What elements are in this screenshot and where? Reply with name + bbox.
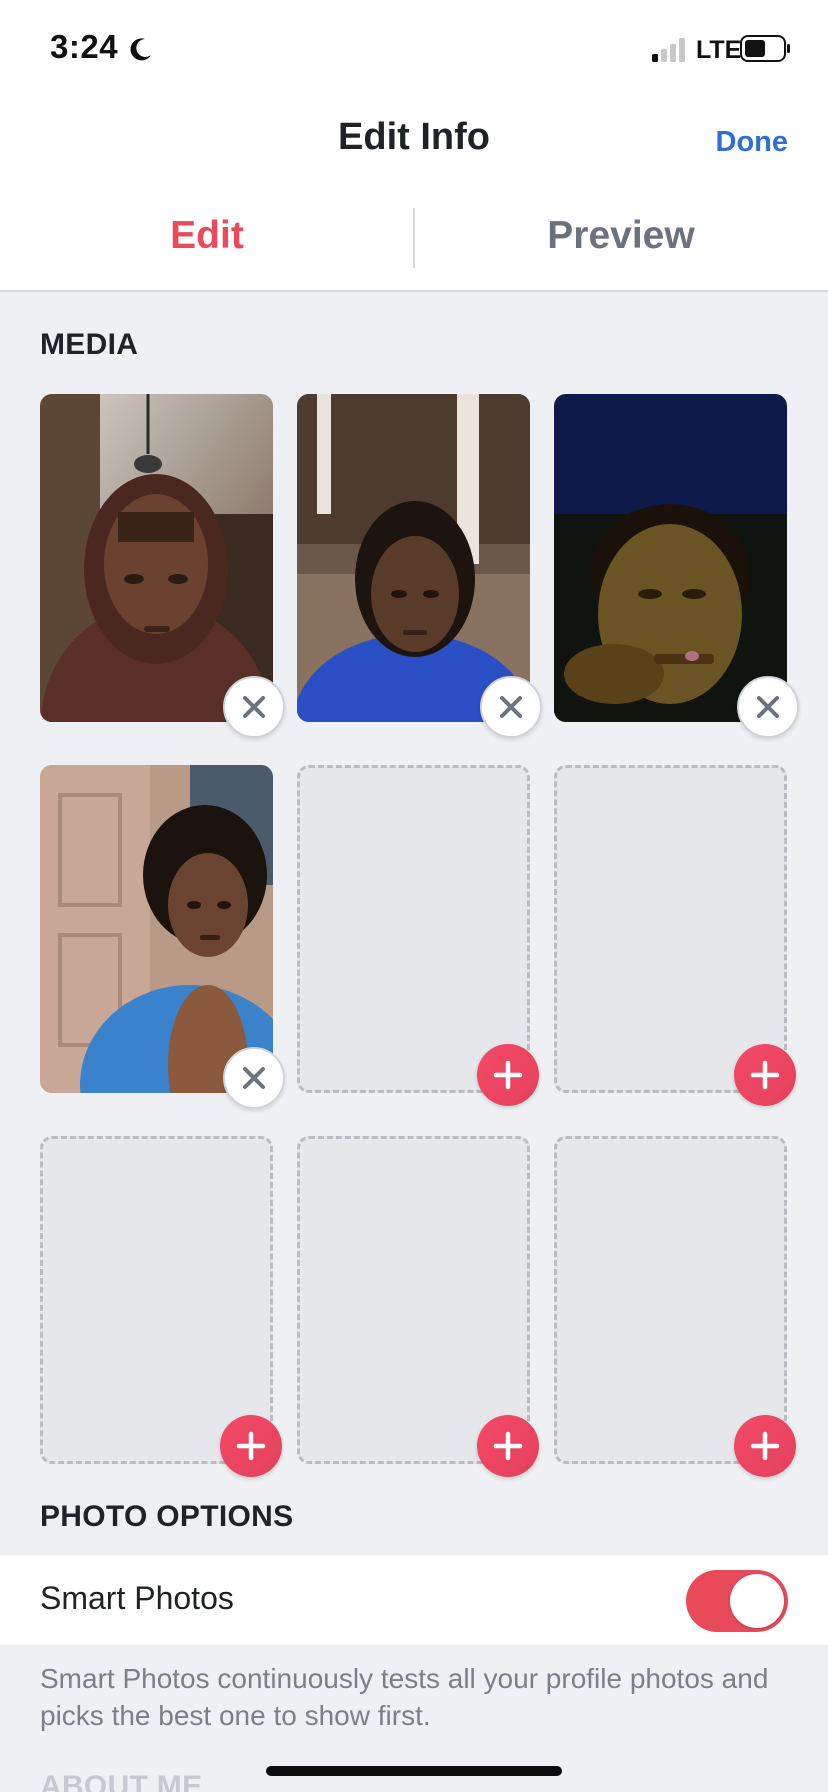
photo-options-heading: PHOTO OPTIONS xyxy=(40,1500,294,1533)
add-photo-button[interactable] xyxy=(477,1044,539,1106)
remove-photo-button[interactable] xyxy=(223,676,285,738)
media-slot-photo[interactable] xyxy=(297,394,542,738)
smart-photos-label: Smart Photos xyxy=(40,1580,234,1616)
page-title: Edit Info xyxy=(338,116,490,158)
moon-icon xyxy=(130,38,151,61)
plus-icon xyxy=(750,1060,780,1090)
media-heading: MEDIA xyxy=(40,328,139,361)
media-slot-photo[interactable] xyxy=(554,394,799,738)
smart-photos-row: Smart Photos xyxy=(0,1555,828,1645)
profile-photo xyxy=(40,394,273,722)
profile-photo xyxy=(554,394,787,722)
smart-photos-description: Smart Photos continuously tests all your… xyxy=(40,1663,769,1731)
toggle-knob xyxy=(730,1574,784,1628)
media-slot-empty[interactable] xyxy=(40,1136,282,1477)
close-icon xyxy=(757,696,779,718)
media-slot-empty[interactable] xyxy=(297,765,539,1106)
remove-photo-button[interactable] xyxy=(480,676,542,738)
media-slot-empty[interactable] xyxy=(297,1136,539,1477)
media-slot-empty[interactable] xyxy=(554,1136,796,1477)
media-slot-empty[interactable] xyxy=(554,765,796,1106)
remove-photo-button[interactable] xyxy=(737,676,799,738)
smart-photos-toggle[interactable] xyxy=(686,1570,788,1632)
plus-icon xyxy=(493,1060,523,1090)
plus-icon xyxy=(236,1431,266,1461)
nav-bar: Edit Info Done xyxy=(0,100,828,190)
network-label: LTE xyxy=(696,36,742,64)
remove-photo-button[interactable] xyxy=(223,1047,285,1109)
battery-icon xyxy=(740,35,790,62)
edit-preview-tabs: Edit Preview xyxy=(0,190,828,292)
home-indicator[interactable] xyxy=(266,1766,562,1776)
tab-edit[interactable]: Edit xyxy=(0,214,414,258)
plus-icon xyxy=(750,1431,780,1461)
profile-photo xyxy=(40,765,273,1093)
media-slot-photo[interactable] xyxy=(40,394,285,738)
signal-icon xyxy=(652,38,685,62)
status-bar: 3:24 LTE xyxy=(0,0,828,100)
close-icon xyxy=(243,696,265,718)
status-time: 3:24 xyxy=(50,28,119,65)
close-icon xyxy=(500,696,522,718)
profile-photo xyxy=(297,394,530,722)
tab-preview[interactable]: Preview xyxy=(414,214,828,258)
add-photo-button[interactable] xyxy=(734,1044,796,1106)
close-icon xyxy=(243,1067,265,1089)
done-button[interactable]: Done xyxy=(716,126,789,159)
media-slot-photo[interactable] xyxy=(40,765,285,1109)
add-photo-button[interactable] xyxy=(734,1415,796,1477)
add-photo-button[interactable] xyxy=(220,1415,282,1477)
add-photo-button[interactable] xyxy=(477,1415,539,1477)
plus-icon xyxy=(493,1431,523,1461)
about-me-heading: ABOUT ME xyxy=(40,1770,203,1792)
